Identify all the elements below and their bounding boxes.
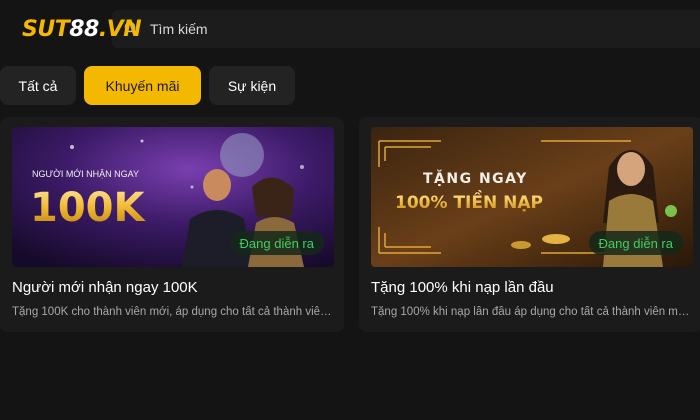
category-tabs: Tất cả Khuyến mãi Sự kiện bbox=[0, 66, 295, 106]
tab-promotions[interactable]: Khuyến mãi bbox=[84, 66, 201, 105]
logo-text-88: 88 bbox=[69, 17, 99, 42]
banner-subtitle: TẶNG NGAY bbox=[423, 169, 528, 187]
promotion-description: Tặng 100% khi nạp lần đầu áp dụng cho tấ… bbox=[371, 306, 695, 318]
search-input[interactable] bbox=[150, 10, 690, 48]
promotion-title[interactable]: Tặng 100% khi nạp lần đầu bbox=[371, 279, 554, 296]
logo[interactable]: SUT88.VN bbox=[22, 17, 142, 42]
promotion-card[interactable]: NGƯỜI MỚI NHẬN NGAY 100K Đang diễn ra Ng… bbox=[0, 117, 344, 332]
tab-events[interactable]: Sự kiện bbox=[209, 66, 295, 105]
promotion-banner-image[interactable]: NGƯỜI MỚI NHẬN NGAY 100K Đang diễn ra bbox=[12, 127, 334, 267]
promotion-banner-image[interactable]: TẶNG NGAY 100% TIỀN NẠP Đang diễn ra bbox=[371, 127, 693, 267]
banner-subtitle: NGƯỜI MỚI NHẬN NGAY bbox=[32, 169, 139, 179]
banner-headline: 100K bbox=[30, 185, 146, 231]
search-bar[interactable] bbox=[112, 10, 700, 48]
banner-headline: 100% TIỀN NẠP bbox=[395, 189, 543, 213]
promotion-card[interactable]: TẶNG NGAY 100% TIỀN NẠP Đang diễn ra Tặn… bbox=[359, 117, 700, 332]
top-bar: SUT88.VN bbox=[0, 0, 700, 56]
status-badge: Đang diễn ra bbox=[588, 231, 683, 255]
promotion-description: Tặng 100K cho thành viên mới, áp dụng ch… bbox=[12, 306, 336, 318]
logo-text-vn: .VN bbox=[98, 17, 142, 42]
promotion-title[interactable]: Người mới nhận ngay 100K bbox=[12, 279, 198, 296]
tab-all[interactable]: Tất cả bbox=[0, 66, 76, 105]
logo-text-sut: SUT bbox=[22, 17, 70, 42]
status-badge: Đang diễn ra bbox=[229, 231, 324, 255]
